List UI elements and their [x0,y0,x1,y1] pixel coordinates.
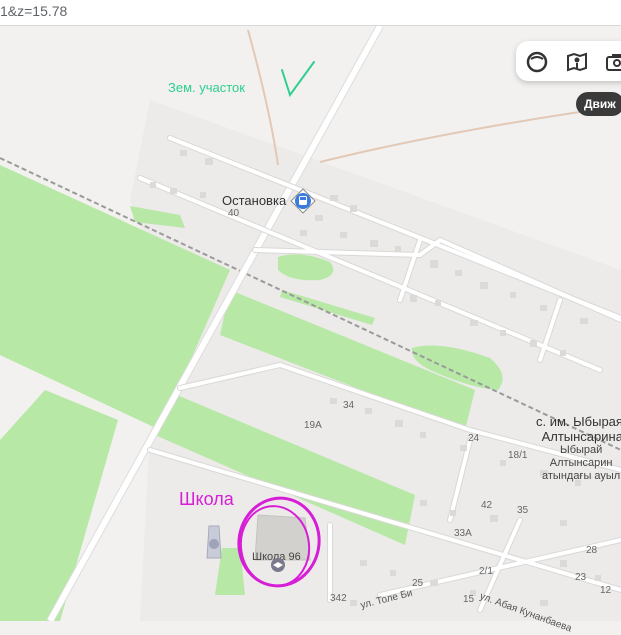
house-number: 28 [586,545,598,556]
layers-icon [526,51,548,73]
house-number: 33А [454,528,472,539]
house-number: 34 [343,400,355,411]
house-number: 42 [481,500,493,511]
map-controls [516,41,621,81]
village-name-line2: Алтынсарина [541,429,621,444]
dirt-track-2 [319,105,621,163]
house-number: 342 [330,593,347,604]
checkmark-annotation [281,61,315,98]
map-graphics [0,26,621,621]
village-name: с. им. Ыбырая Алтынсарина [536,414,621,444]
house-number: 24 [468,433,480,444]
stop-label: Остановка [222,193,287,208]
school-annex-icon [203,524,225,560]
panorama-button[interactable] [564,49,590,75]
house-number: 40 [228,208,240,219]
school-icon[interactable] [270,557,286,573]
house-number: 25 [412,578,424,589]
panorama-icon [567,52,587,72]
camera-button[interactable] [604,49,621,75]
layers-button[interactable] [524,49,550,75]
traffic-button[interactable]: Движ [576,92,621,116]
house-number: 35 [517,505,529,516]
field-green-4 [0,390,118,621]
map-canvas[interactable]: Остановка 40 34 19А 24 18/1 42 35 33А 28… [0,26,621,634]
school-annotation-label: Школа [179,489,234,509]
house-number: 12 [600,585,612,596]
plot-annotation-label: Зем. участок [168,80,245,95]
house-number: 19А [304,420,322,431]
house-number: 15 [463,594,475,605]
bus-stop-icon[interactable] [288,186,318,216]
url-text: 1&z=15.78 [0,3,68,19]
address-bar[interactable]: 1&z=15.78 [0,0,621,26]
village-kz-line1: Ыбырай [559,444,603,456]
house-number: 18/1 [508,450,528,461]
village-name-kz: Ыбырай Алтынсарин атындағы ауыл [542,444,620,483]
village-name-line1: с. им. Ыбырая [536,414,621,429]
house-number: 23 [575,572,587,583]
camera-icon [606,54,621,71]
village-kz-line2: Алтынсарин [549,457,613,469]
village-kz-line3: атындағы ауыл [542,470,621,482]
house-number: 2/1 [479,566,493,577]
